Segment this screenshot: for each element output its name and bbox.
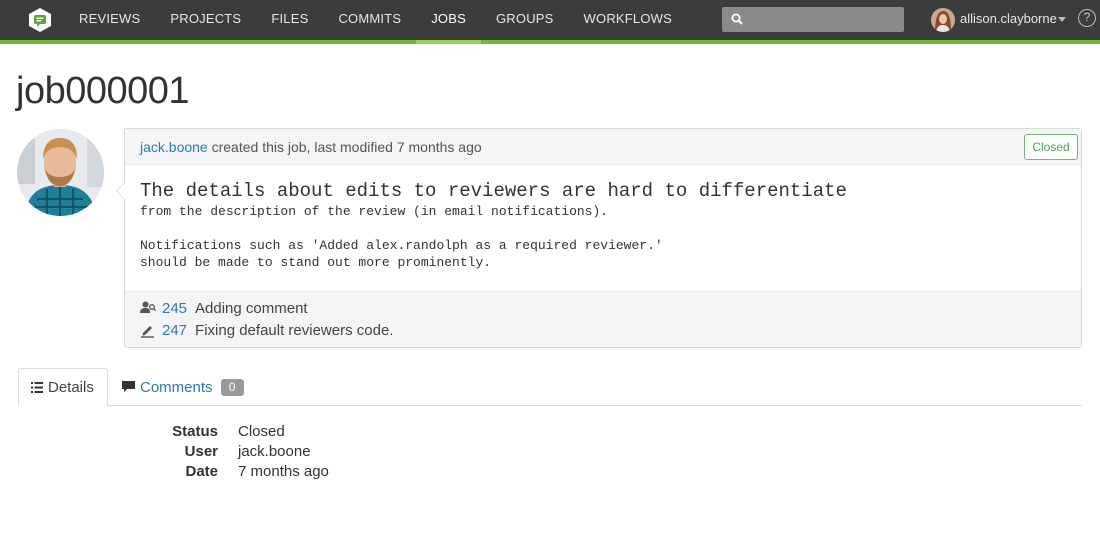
job-panel: jack.boone created this job, last modifi… [116,128,1082,348]
search-icon [731,13,743,25]
fix-description: Adding comment [195,299,308,317]
fix-commit-link[interactable]: 247 [162,322,187,339]
detail-label: Status [172,423,218,440]
commit-icon [141,326,154,338]
fix-review-link[interactable]: 245 [162,300,187,317]
help-icon[interactable]: ? [1078,9,1096,27]
nav-projects[interactable]: PROJECTS [155,0,256,40]
job-description-summary: The details about edits to reviewers are… [140,180,847,202]
detail-user-link[interactable]: jack.boone [238,442,311,462]
detail-label: Date [185,463,218,480]
job-meta-text: created this job, last modified 7 months… [211,139,482,155]
top-navbar: REVIEWS PROJECTS FILES COMMITS JOBS GROU… [0,0,1100,44]
job-tabs: Details Comments 0 [18,368,1082,406]
job-header: jack.boone created this job, last modifi… [125,129,1081,165]
swarm-logo-icon[interactable] [28,7,52,33]
search-input[interactable] [748,7,898,32]
tab-details-label: Details [48,378,94,396]
fix-item: 247 Fixing default reviewers code. [140,320,393,340]
job-meta: jack.boone created this job, last modifi… [140,139,482,155]
detail-value: 7 months ago [238,463,329,480]
tab-comments[interactable]: Comments 0 [122,368,244,406]
detail-value: Closed [238,423,285,440]
status-badge: Closed [1024,134,1078,160]
fix-item: 245 Adding comment [140,298,308,318]
author-link[interactable]: jack.boone [140,139,208,155]
nav-jobs[interactable]: JOBS [416,0,481,44]
nav-reviews[interactable]: REVIEWS [64,0,155,40]
list-icon [31,381,43,393]
job-description: The details about edits to reviewers are… [140,179,847,271]
detail-row-user: User jack.boone [150,442,550,462]
fix-description: Fixing default reviewers code. [195,321,394,339]
nav-workflows[interactable]: WORKFLOWS [569,0,687,40]
tab-details[interactable]: Details [18,368,108,406]
chevron-down-icon[interactable] [1058,17,1066,22]
detail-row-date: Date 7 months ago [150,462,550,482]
job-fixes: 245 Adding comment 247 Fixing default re… [125,291,1081,347]
details-list: Status Closed User jack.boone Date 7 mon… [150,422,550,482]
tab-comments-label: Comments [140,378,213,396]
comment-icon [122,381,135,392]
nav-commits[interactable]: COMMITS [323,0,416,40]
review-icon [140,301,156,313]
author-avatar[interactable] [17,129,104,216]
job-description-body: from the description of the review (in e… [140,204,663,270]
detail-label: User [184,443,218,460]
user-menu-label[interactable]: allison.clayborne [960,11,1057,26]
search-box[interactable] [722,7,904,32]
comments-count-badge: 0 [220,378,244,396]
nav-groups[interactable]: GROUPS [481,0,569,40]
nav-files[interactable]: FILES [256,0,323,40]
detail-row-status: Status Closed [150,422,550,442]
page-title: job000001 [16,70,190,112]
user-avatar[interactable] [931,8,955,32]
